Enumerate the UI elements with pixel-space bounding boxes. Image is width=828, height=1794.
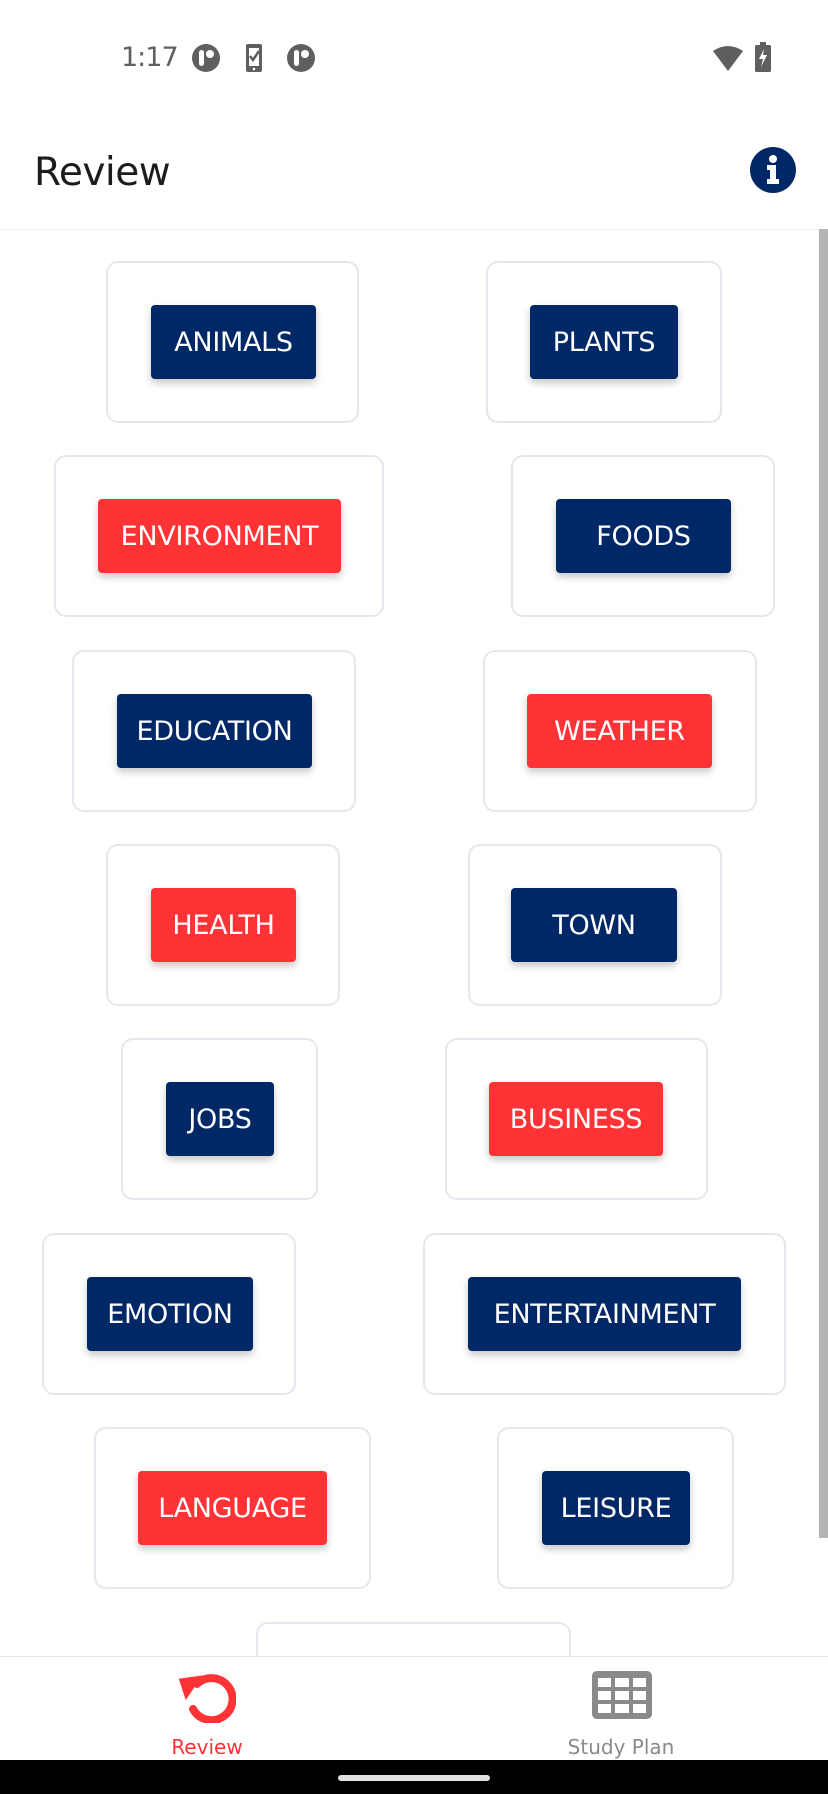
wifi-icon (713, 46, 743, 71)
topic-button-jobs[interactable]: JOBS (166, 1082, 274, 1156)
notification-circle-icon (287, 44, 315, 72)
topic-button-environment[interactable]: ENVIRONMENT (98, 499, 341, 573)
battery-charging-icon (755, 42, 771, 72)
tab-review[interactable]: Review (0, 1657, 414, 1761)
bottom-nav: Review Study Plan (0, 1656, 828, 1761)
topic-button-town[interactable]: TOWN (511, 888, 677, 962)
page-title: Review (34, 150, 171, 195)
scrollbar[interactable] (819, 229, 828, 1538)
tab-study-plan[interactable]: Study Plan (414, 1657, 828, 1761)
phone-check-icon (246, 44, 262, 72)
topic-button-entertainment[interactable]: ENTERTAINMENT (468, 1277, 741, 1351)
topic-button-leisure[interactable]: LEISURE (542, 1471, 690, 1545)
topic-button-emotion[interactable]: EMOTION (87, 1277, 253, 1351)
topic-button-foods[interactable]: FOODS (556, 499, 731, 573)
topic-button-plants[interactable]: PLANTS (530, 305, 678, 379)
tab-study-plan-label: Study Plan (567, 1735, 675, 1759)
topic-button-language[interactable]: LANGUAGE (138, 1471, 327, 1545)
review-refresh-icon (178, 1674, 236, 1723)
notification-circle-icon (192, 44, 220, 72)
app-header: Review (0, 110, 828, 230)
topic-button-animals[interactable]: ANIMALS (151, 305, 316, 379)
info-icon[interactable] (750, 147, 796, 193)
status-time: 1:17 (121, 42, 179, 73)
topic-button-health[interactable]: HEALTH (151, 888, 296, 962)
topic-card-partial (256, 1622, 571, 1656)
tab-review-label: Review (171, 1735, 243, 1759)
system-navigation-bar (0, 1760, 828, 1794)
topic-button-weather[interactable]: WEATHER (527, 694, 712, 768)
home-gesture-handle[interactable] (338, 1775, 490, 1781)
topic-button-business[interactable]: BUSINESS (489, 1082, 663, 1156)
grid-table-icon (592, 1671, 652, 1719)
topic-button-education[interactable]: EDUCATION (117, 694, 312, 768)
status-bar: 1:17 (0, 0, 828, 110)
topic-grid[interactable]: ANIMALS PLANTS ENVIRONMENT FOODS EDUCATION WE… (0, 230, 828, 1656)
